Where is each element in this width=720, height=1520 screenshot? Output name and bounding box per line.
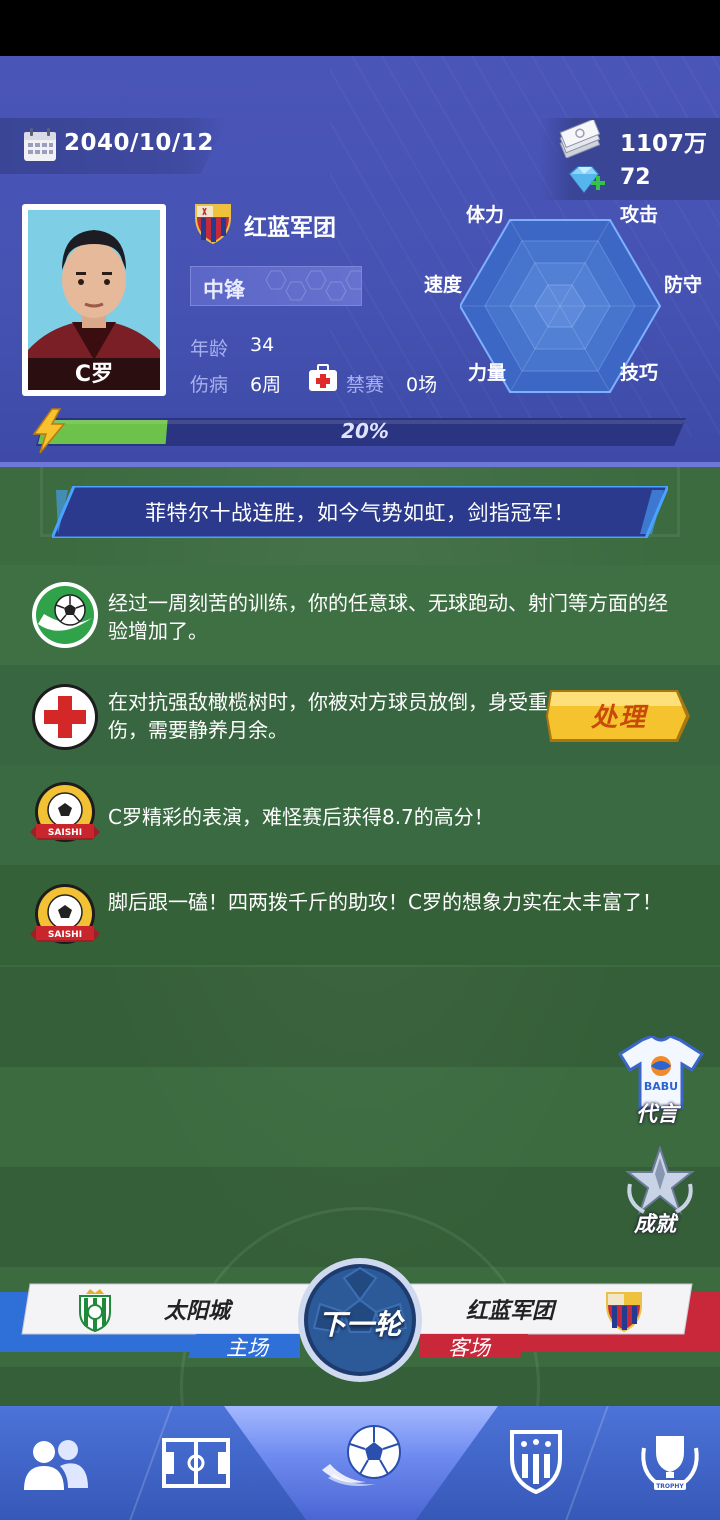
saishi-badge-text: SAISHI	[48, 930, 82, 940]
training-ball-icon	[32, 582, 98, 648]
match-ball-icon[interactable]	[320, 1420, 404, 1490]
trophy-icon[interactable]: TROPHY	[636, 1428, 704, 1496]
club-name: 红蓝军团	[244, 215, 336, 241]
suspension-label: 禁赛	[346, 374, 385, 396]
radar-label-strength: 力量	[468, 362, 507, 384]
cash-icon	[559, 120, 601, 158]
status-bar	[0, 0, 720, 56]
home-venue-label: 主场	[226, 1336, 268, 1360]
player-position: 中锋	[203, 278, 245, 302]
saishi-badge-text: SAISHI	[48, 828, 82, 838]
feed-item-text: 脚后跟一磕！四两拨千斤的助攻！C罗的想象力实在太丰富了！	[108, 890, 662, 914]
club-crest-icon	[195, 204, 231, 245]
saishi-badge-icon: SAISHI	[30, 782, 100, 842]
injury-value: 6周	[250, 374, 282, 396]
away-venue-label: 客场	[448, 1336, 490, 1360]
feed-item-text: 经过一周刻苦的训练，你的任意球、无球跑动、射门等方面的经验增加了。	[108, 591, 668, 643]
feed-item-text: 在对抗强敌橄榄树时，你被对方球员放倒，身受重伤，需要静养月余。	[108, 690, 548, 742]
gem-amount: 72	[620, 165, 651, 190]
endorsement-jersey-text: BABU	[644, 1080, 678, 1093]
suspension-value: 0场	[406, 374, 438, 396]
radar-label-technique: 技巧	[620, 362, 659, 384]
cash-amount: 1107万	[620, 131, 708, 157]
team-icon[interactable]	[20, 1434, 90, 1494]
energy-percent: 20%	[341, 419, 389, 443]
radar-label-speed: 速度	[424, 274, 463, 296]
trophy-label: TROPHY	[656, 1483, 684, 1490]
medkit-icon	[309, 364, 337, 391]
radar-label-attack: 攻击	[620, 204, 659, 226]
hex-pattern	[265, 270, 361, 301]
position-tag: 中锋	[190, 266, 362, 306]
injury-label: 伤病	[190, 374, 229, 396]
handle-button-label[interactable]: 处理	[546, 697, 692, 734]
next-round-label[interactable]: 下一轮	[296, 1303, 424, 1343]
club-crest-icon[interactable]	[508, 1428, 564, 1494]
saishi-badge-icon: SAISHI	[30, 884, 100, 944]
radar-label-stamina: 体力	[466, 204, 505, 226]
player-name: C罗	[74, 362, 114, 387]
headline-text: 菲特尔十战连胜，如今气势如虹，剑指冠军！	[145, 501, 575, 525]
feed-item-text: C罗精彩的表演，难怪赛后获得8.7的高分！	[108, 805, 494, 829]
away-club-crest-icon	[606, 1292, 642, 1333]
endorsement-label[interactable]: 代言	[636, 1098, 678, 1128]
away-team-name: 红蓝军团	[466, 1299, 555, 1324]
player-portrait[interactable]: C罗	[22, 204, 166, 396]
achievement-star-icon[interactable]	[624, 1146, 696, 1216]
current-date: 2040/10/12	[64, 130, 214, 156]
age-label: 年龄	[190, 338, 229, 360]
home-team-name: 太阳城	[164, 1299, 231, 1324]
radar-label-defense: 防守	[664, 274, 703, 296]
achievement-label[interactable]: 成就	[634, 1208, 676, 1238]
home-club-crest-icon	[79, 1289, 111, 1332]
energy-bolt-icon	[32, 408, 66, 454]
calendar-icon	[24, 128, 56, 161]
age-value: 34	[250, 334, 275, 356]
tactics-field-icon[interactable]	[162, 1438, 230, 1488]
medical-cross-icon	[32, 684, 98, 750]
